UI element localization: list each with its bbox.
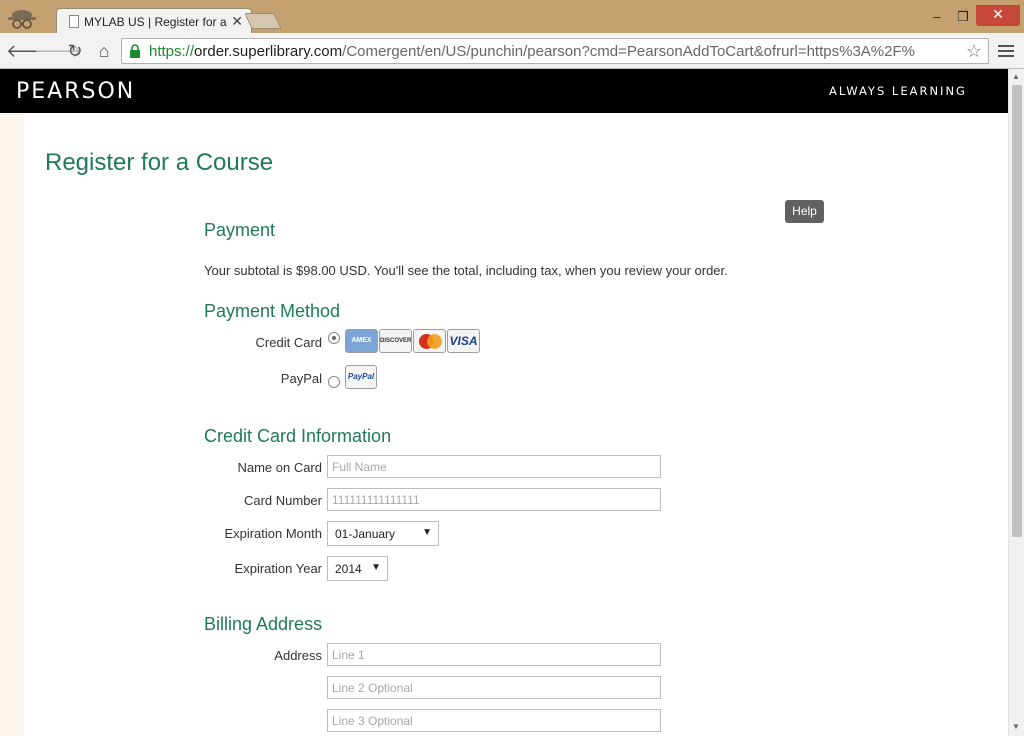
page-scrollbar[interactable]: ▲ ▼ (1008, 69, 1024, 736)
subtotal-text: Your subtotal is $98.00 USD. You'll see … (204, 263, 728, 278)
expiration-month-value: 01-January (335, 527, 396, 541)
window-minimize-button[interactable]: – (928, 8, 946, 26)
expiration-year-value: 2014 (335, 562, 362, 576)
credit-card-radio[interactable] (328, 332, 340, 344)
discover-card-icon: DISCOVER (379, 329, 412, 353)
name-on-card-label: Name on Card (237, 460, 322, 475)
scroll-up-arrow-icon[interactable]: ▲ (1012, 72, 1020, 81)
credit-card-info-heading: Credit Card Information (204, 426, 392, 446)
tab-close-icon[interactable]: ✕ (231, 13, 243, 30)
amex-card-icon: AMEX (345, 329, 378, 353)
chevron-down-icon: ▼ (371, 562, 381, 573)
scrollbar-thumb[interactable] (1012, 85, 1022, 537)
name-on-card-input[interactable] (327, 455, 661, 478)
header-tagline: ALWAYS LEARNING (829, 84, 967, 98)
payment-method-heading: Payment Method (204, 301, 341, 321)
home-icon[interactable]: ⌂ (93, 40, 115, 62)
paypal-radio[interactable] (328, 376, 340, 388)
window-maximize-button[interactable]: ❐ (954, 8, 972, 26)
browser-menu-icon[interactable] (997, 42, 1015, 60)
card-number-input[interactable] (327, 488, 661, 511)
browser-tab[interactable]: MYLAB US | Register for a ✕ (56, 8, 252, 34)
address-bar[interactable]: https://order.superlibrary.com/Comergent… (121, 38, 989, 64)
address-line3-input[interactable] (327, 709, 661, 732)
payment-heading: Payment (204, 220, 276, 240)
expiration-year-select[interactable]: 2014 ▼ (327, 556, 388, 581)
card-number-label: Card Number (243, 493, 322, 508)
bookmark-star-icon[interactable]: ☆ (966, 41, 982, 62)
url-path: /Comergent/en/US/punchin/pearson?cmd=Pea… (342, 43, 915, 60)
address-line1-input[interactable] (327, 643, 661, 666)
back-arrow-icon[interactable]: 🡐 (6, 40, 54, 62)
credit-card-label: Credit Card (255, 335, 322, 350)
browser-toolbar: 🡐 🡒 ↻ ⌂ https://order.superlibrary.com/C… (0, 33, 1024, 69)
incognito-icon (8, 10, 36, 29)
url-host: order.superlibrary.com (194, 43, 343, 60)
new-tab-button[interactable] (244, 13, 282, 29)
reload-icon[interactable]: ↻ (64, 40, 86, 62)
window-close-button[interactable]: ✕ (976, 5, 1020, 26)
billing-address-heading: Billing Address (204, 614, 323, 634)
help-button[interactable]: Help (785, 200, 824, 223)
tab-title: MYLAB US | Register for a (84, 15, 227, 29)
mastercard-circle-orange (427, 334, 442, 349)
page-viewport: PEARSON ALWAYS LEARNING Register for a C… (0, 69, 1008, 736)
url-text: https://order.superlibrary.com/Comergent… (149, 43, 961, 60)
expiration-year-label: Expiration Year (234, 561, 322, 576)
left-gutter (0, 113, 24, 736)
mastercard-card-icon (413, 329, 446, 353)
paypal-icon: PayPal (345, 365, 377, 389)
scroll-down-arrow-icon[interactable]: ▼ (1012, 722, 1020, 731)
expiration-month-select[interactable]: 01-January ▼ (327, 521, 439, 546)
paypal-label: PayPal (280, 371, 322, 386)
browser-titlebar: MYLAB US | Register for a ✕ – ❐ ✕ (0, 0, 1024, 34)
page-favicon-icon (69, 15, 79, 28)
chevron-down-icon: ▼ (422, 527, 432, 538)
address-line2-input[interactable] (327, 676, 661, 699)
expiration-month-label: Expiration Month (224, 526, 322, 541)
forward-arrow-icon[interactable]: 🡒 (34, 40, 82, 62)
visa-card-icon: VISA (447, 329, 480, 353)
page-title: Register for a Course (45, 149, 274, 176)
lock-icon (130, 44, 140, 58)
pearson-logo[interactable]: PEARSON (16, 79, 135, 104)
url-scheme: https:// (149, 43, 195, 60)
address-label: Address (274, 648, 322, 663)
site-header: PEARSON ALWAYS LEARNING (0, 69, 1008, 113)
